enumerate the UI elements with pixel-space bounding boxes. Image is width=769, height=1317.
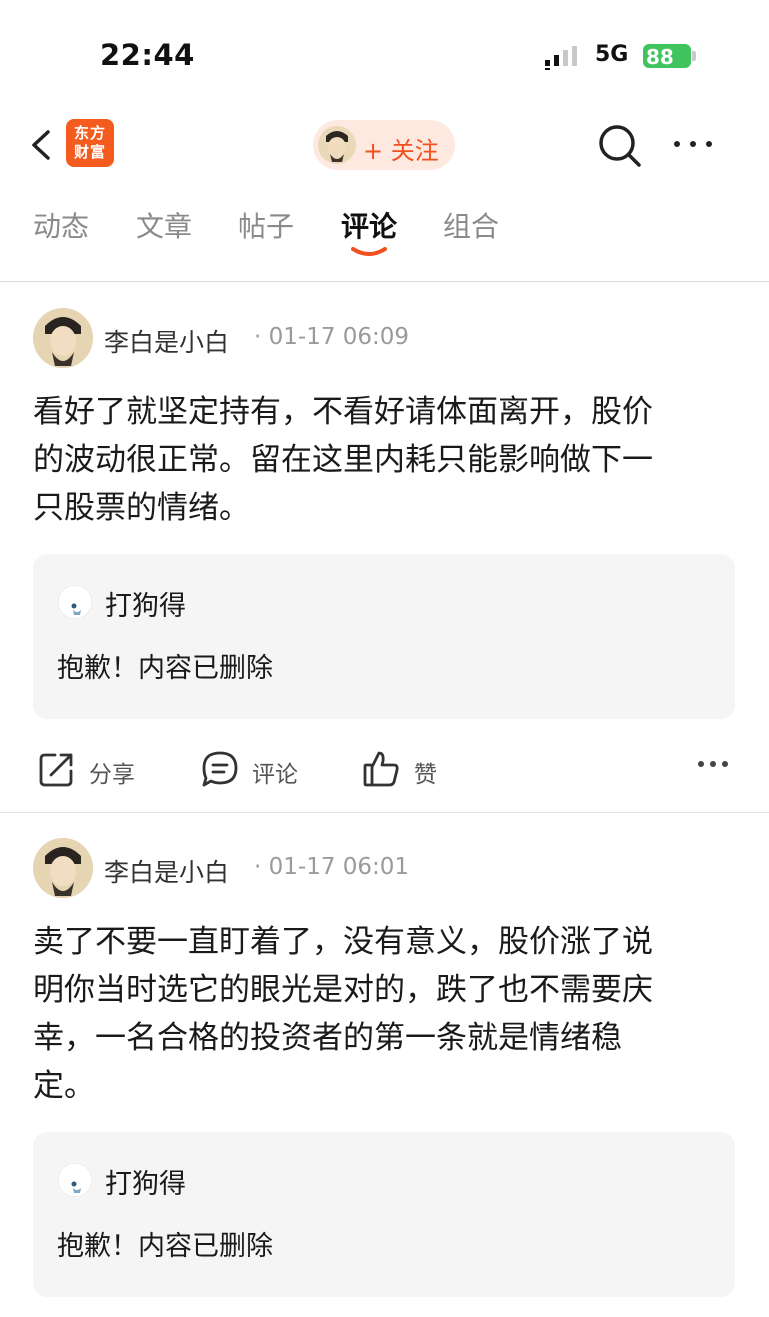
tab-dynamics[interactable]: 动态: [33, 205, 89, 245]
quote-text: 抱歉！内容已删除: [57, 653, 273, 684]
comment-text[interactable]: 卖了不要一直盯着了，没有意义，股价涨了说 明你当时选它的眼光是对的，跌了也不需要…: [33, 918, 738, 1110]
quoted-post[interactable]: 打狗得 抱歉！内容已删除: [33, 554, 735, 719]
header-divider: [0, 281, 769, 282]
nav-bar: 东方 财富 + 关注: [0, 110, 769, 180]
follow-label: + 关注: [363, 137, 439, 165]
tab-articles[interactable]: 文章: [136, 205, 192, 245]
tab-bar: 动态 文章 帖子 评论 组合: [0, 195, 769, 280]
like-label: 赞: [414, 762, 437, 788]
author-name[interactable]: 李白是小白: [104, 323, 229, 359]
signal-icon: [545, 46, 577, 70]
comment-line: 幸，一名合格的投资者的第一条就是情绪稳: [33, 1020, 622, 1056]
network-type: 5G: [595, 42, 629, 67]
quoted-post[interactable]: 打狗得 抱歉！内容已删除: [33, 1132, 735, 1297]
search-icon[interactable]: [597, 123, 643, 169]
comment-line: 定。: [33, 1068, 95, 1104]
comment-line: 明你当时选它的眼光是对的，跌了也不需要庆: [33, 972, 653, 1008]
battery-icon: 88: [643, 44, 691, 69]
comment-text[interactable]: 看好了就坚定持有，不看好请体面离开，股价 的波动很正常。留在这里内耗只能影响做下…: [33, 388, 738, 532]
comment-line: 只股票的情绪。: [33, 490, 250, 526]
logo-text-top: 东方: [73, 124, 106, 142]
app-logo[interactable]: 东方 财富: [66, 119, 114, 167]
action-bar: 分享 评论 赞: [0, 737, 769, 797]
comment-line: 看好了就坚定持有，不看好请体面离开，股价: [33, 394, 653, 430]
quote-text: 抱歉！内容已删除: [57, 1231, 273, 1262]
battery-level: 88: [646, 45, 674, 69]
share-icon: [39, 753, 73, 787]
share-label: 分享: [89, 762, 135, 788]
quote-avatar: [57, 1162, 93, 1198]
comment-line: 的波动很正常。留在这里内耗只能影响做下一: [33, 442, 653, 478]
quote-author[interactable]: 打狗得: [105, 584, 186, 623]
author-name[interactable]: 李白是小白: [104, 853, 229, 889]
comment-label: 评论: [252, 762, 298, 788]
more-options-icon[interactable]: [697, 759, 729, 769]
tab-posts[interactable]: 帖子: [238, 205, 294, 245]
avatar: [318, 126, 356, 164]
status-time: 22:44: [100, 38, 195, 72]
quote-avatar: [57, 584, 93, 620]
active-tab-indicator: [351, 247, 387, 256]
thumbs-up-icon: [363, 751, 399, 787]
avatar[interactable]: [33, 308, 93, 368]
post-timestamp: · 01-17 06:09: [254, 324, 410, 350]
back-icon[interactable]: [22, 120, 62, 170]
follow-button[interactable]: + 关注: [313, 120, 455, 170]
comment-line: 卖了不要一直盯着了，没有意义，股价涨了说: [33, 924, 653, 960]
comment-icon: [202, 751, 238, 787]
battery-tip: [692, 51, 696, 61]
tab-portfolio[interactable]: 组合: [443, 205, 499, 245]
quote-author[interactable]: 打狗得: [105, 1162, 186, 1201]
tab-comments[interactable]: 评论: [341, 205, 397, 245]
status-bar: 22:44 5G 88: [0, 0, 769, 110]
logo-text-bottom: 财富: [73, 143, 106, 161]
avatar[interactable]: [33, 838, 93, 898]
more-icon[interactable]: [672, 128, 714, 160]
post-timestamp: · 01-17 06:01: [254, 854, 410, 880]
post-divider: [0, 812, 769, 813]
